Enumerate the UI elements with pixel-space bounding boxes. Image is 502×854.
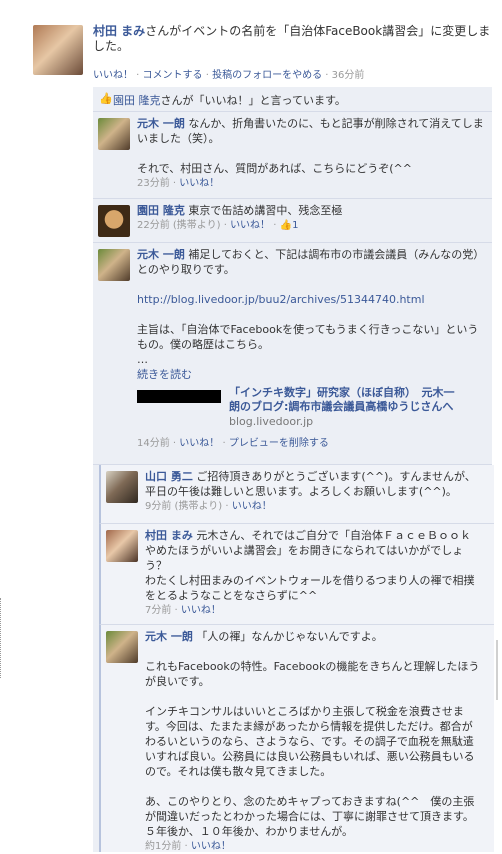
comment-text: 東京で缶詰め講習中、残念至極	[188, 204, 343, 217]
commenter-name[interactable]: 元木 一朗	[145, 630, 193, 643]
comment-like-link[interactable]: いいね！	[181, 605, 221, 616]
comment-text: あ、このやりとり、念のためキャプっておきますね(^^ 僕の主張が間違いだったとわ…	[145, 795, 475, 838]
commenter-avatar[interactable]	[106, 530, 138, 562]
comment-time: 22分前 (携帯より)	[137, 220, 221, 231]
poster-avatar[interactable]	[33, 25, 83, 75]
comment-like-link[interactable]: いいね！	[179, 438, 219, 449]
comment-time: 9分前 (携帯より)	[145, 501, 223, 512]
comment-text: インチキコンサルはいいところばかり主張して税金を浪費させます。今回は、たまたま縁…	[145, 705, 475, 778]
likes-label: さんが「いいね！」と言っています。	[160, 94, 346, 107]
like-count: 1	[292, 220, 299, 231]
commenter-avatar[interactable]	[98, 118, 130, 150]
link-preview: 「インチキ数字」研究家（ほぼ自称） 元木一朗のブログ:調布市議会議員高橋ゆうじさ…	[137, 386, 485, 428]
comment-meta: 22分前 (携帯より) · いいね！ · 👍1	[137, 220, 299, 231]
commenter-name[interactable]: 元木 一朗	[137, 117, 185, 130]
comment-text: …	[137, 353, 148, 366]
comment-time: 約1分前	[145, 841, 182, 852]
comment-meta: 14分前 · いいね！ · プレビューを削除する	[137, 438, 329, 449]
post-time: 36分前	[331, 70, 365, 81]
comment-text: 補足しておくと、下記は調布市の市議会議員（みんなの党）とのやり取りです。	[137, 248, 485, 276]
comment: 園田 隆克 東京で缶詰め講習中、残念至極 22分前 (携帯より) · いいね！ …	[93, 199, 492, 243]
comment-link[interactable]: コメントする	[143, 70, 203, 81]
commenter-name[interactable]: 村田 まみ	[145, 529, 193, 542]
comment-meta: 23分前 · いいね！	[137, 178, 220, 189]
post-author-name[interactable]: 村田 まみ	[93, 24, 145, 38]
comments-panel: 👍 園田 隆克さんが「いいね！」と言っています。 元木 一朗 なんか、折角書いた…	[93, 87, 494, 852]
comment-time: 7分前	[145, 605, 172, 616]
comment-like-count[interactable]: 👍1	[280, 220, 299, 231]
post-actions: いいね！ · コメントする · 投稿のフォローをやめる · 36分前	[93, 70, 365, 81]
comment-text: これもFacebookの特性。Facebookの機能をきちんと理解したほうが良い…	[145, 660, 480, 688]
remove-preview-link[interactable]: プレビューを削除する	[229, 438, 329, 449]
preview-domain: blog.livedoor.jp	[229, 415, 314, 428]
comment-like-link[interactable]: いいね！	[230, 220, 270, 231]
like-link[interactable]: いいね！	[93, 70, 133, 81]
post-header: 村田 まみさんがイベントの名前を「自治体FaceBook講習会」に変更しました。	[93, 24, 493, 54]
comment-like-link[interactable]: いいね！	[232, 501, 272, 512]
comment-text: 「人の褌」なんかじゃないんですよ。	[196, 630, 383, 643]
comment: 村田 まみ 元木さん、それではご自分で「自治体ＦａｃｅＢｏｏｋやめたほうがいいよ…	[99, 524, 494, 625]
read-more-link[interactable]: 続きを読む	[137, 367, 485, 382]
commenter-avatar[interactable]	[106, 631, 138, 663]
scrollbar[interactable]	[496, 640, 498, 700]
thumbs-up-icon: 👍	[99, 92, 113, 105]
commenter-avatar[interactable]	[98, 205, 130, 237]
comment: 元木 一朗 「人の褌」なんかじゃないんですよ。 これもFacebookの特性。F…	[99, 625, 494, 852]
commenter-name[interactable]: 山口 勇二	[145, 470, 193, 483]
comment-text: ご招待頂きありがとうございます(^^)。すんませんが、平日の午後は難しいと思いま…	[145, 470, 476, 498]
comment-time: 14分前	[137, 438, 170, 449]
comment-text: 主旨は、「自治体でFacebookを使ってもうまく行きっこない」というもの。僕の…	[137, 323, 479, 351]
comment-text: わたくし村田まみのイベントウォールを借りるつまり人の褌で相撲をとるようなことをな…	[145, 574, 475, 602]
comment: 山口 勇二 ご招待頂きありがとうございます(^^)。すんませんが、平日の午後は難…	[99, 465, 494, 524]
liker-name[interactable]: 園田 隆克	[113, 94, 161, 107]
comment-like-link[interactable]: いいね！	[191, 841, 231, 852]
likes-text: 園田 隆克さんが「いいね！」と言っています。	[113, 92, 346, 108]
likes-row: 👍 園田 隆克さんが「いいね！」と言っています。	[93, 87, 492, 112]
preview-title-link[interactable]: 「インチキ数字」研究家（ほぼ自称） 元木一朗のブログ:調布市議会議員高橋ゆうじさ…	[229, 386, 463, 414]
comment-time: 23分前	[137, 178, 170, 189]
commenter-name[interactable]: 元木 一朗	[137, 248, 185, 261]
comment-text: 元木さん、それではご自分で「自治体ＦａｃｅＢｏｏｋやめたほうがいいよ講習会」をお…	[145, 529, 472, 572]
comment: 元木 一朗 補足しておくと、下記は調布市の市議会議員（みんなの党）とのやり取りで…	[93, 243, 492, 465]
left-edge-marker	[0, 598, 3, 678]
preview-redaction	[137, 390, 221, 403]
comment: 元木 一朗 なんか、折角書いたのに、もと記事が削除されて消えてしまいました（笑）…	[93, 112, 492, 199]
unfollow-link[interactable]: 投稿のフォローをやめる	[212, 70, 322, 81]
comment-text: なんか、折角書いたのに、もと記事が削除されて消えてしまいました（笑）。	[137, 117, 484, 145]
commenter-avatar[interactable]	[106, 471, 138, 503]
post-text: さんがイベントの名前を「自治体FaceBook講習会」に変更しました。	[93, 24, 491, 53]
comment-meta: 9分前 (携帯より) · いいね！	[145, 501, 272, 512]
comment-meta: 7分前 · いいね！	[145, 605, 221, 616]
comment-url-link[interactable]: http://blog.livedoor.jp/buu2/archives/51…	[137, 292, 485, 307]
commenter-avatar[interactable]	[98, 249, 130, 281]
commenter-name[interactable]: 園田 隆克	[137, 204, 185, 217]
comment-like-link[interactable]: いいね！	[179, 178, 219, 189]
comment-text: それで、村田さん、質問があれば、こちらにどうぞ(^^	[137, 162, 412, 175]
